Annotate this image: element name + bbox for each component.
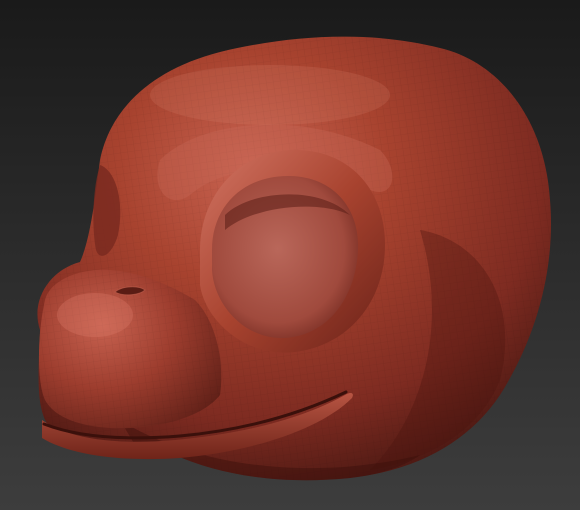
sculpt-viewport[interactable] xyxy=(0,0,580,510)
viewport-canvas xyxy=(0,0,580,510)
head-specular xyxy=(150,65,390,125)
snout-highlight xyxy=(57,293,133,337)
